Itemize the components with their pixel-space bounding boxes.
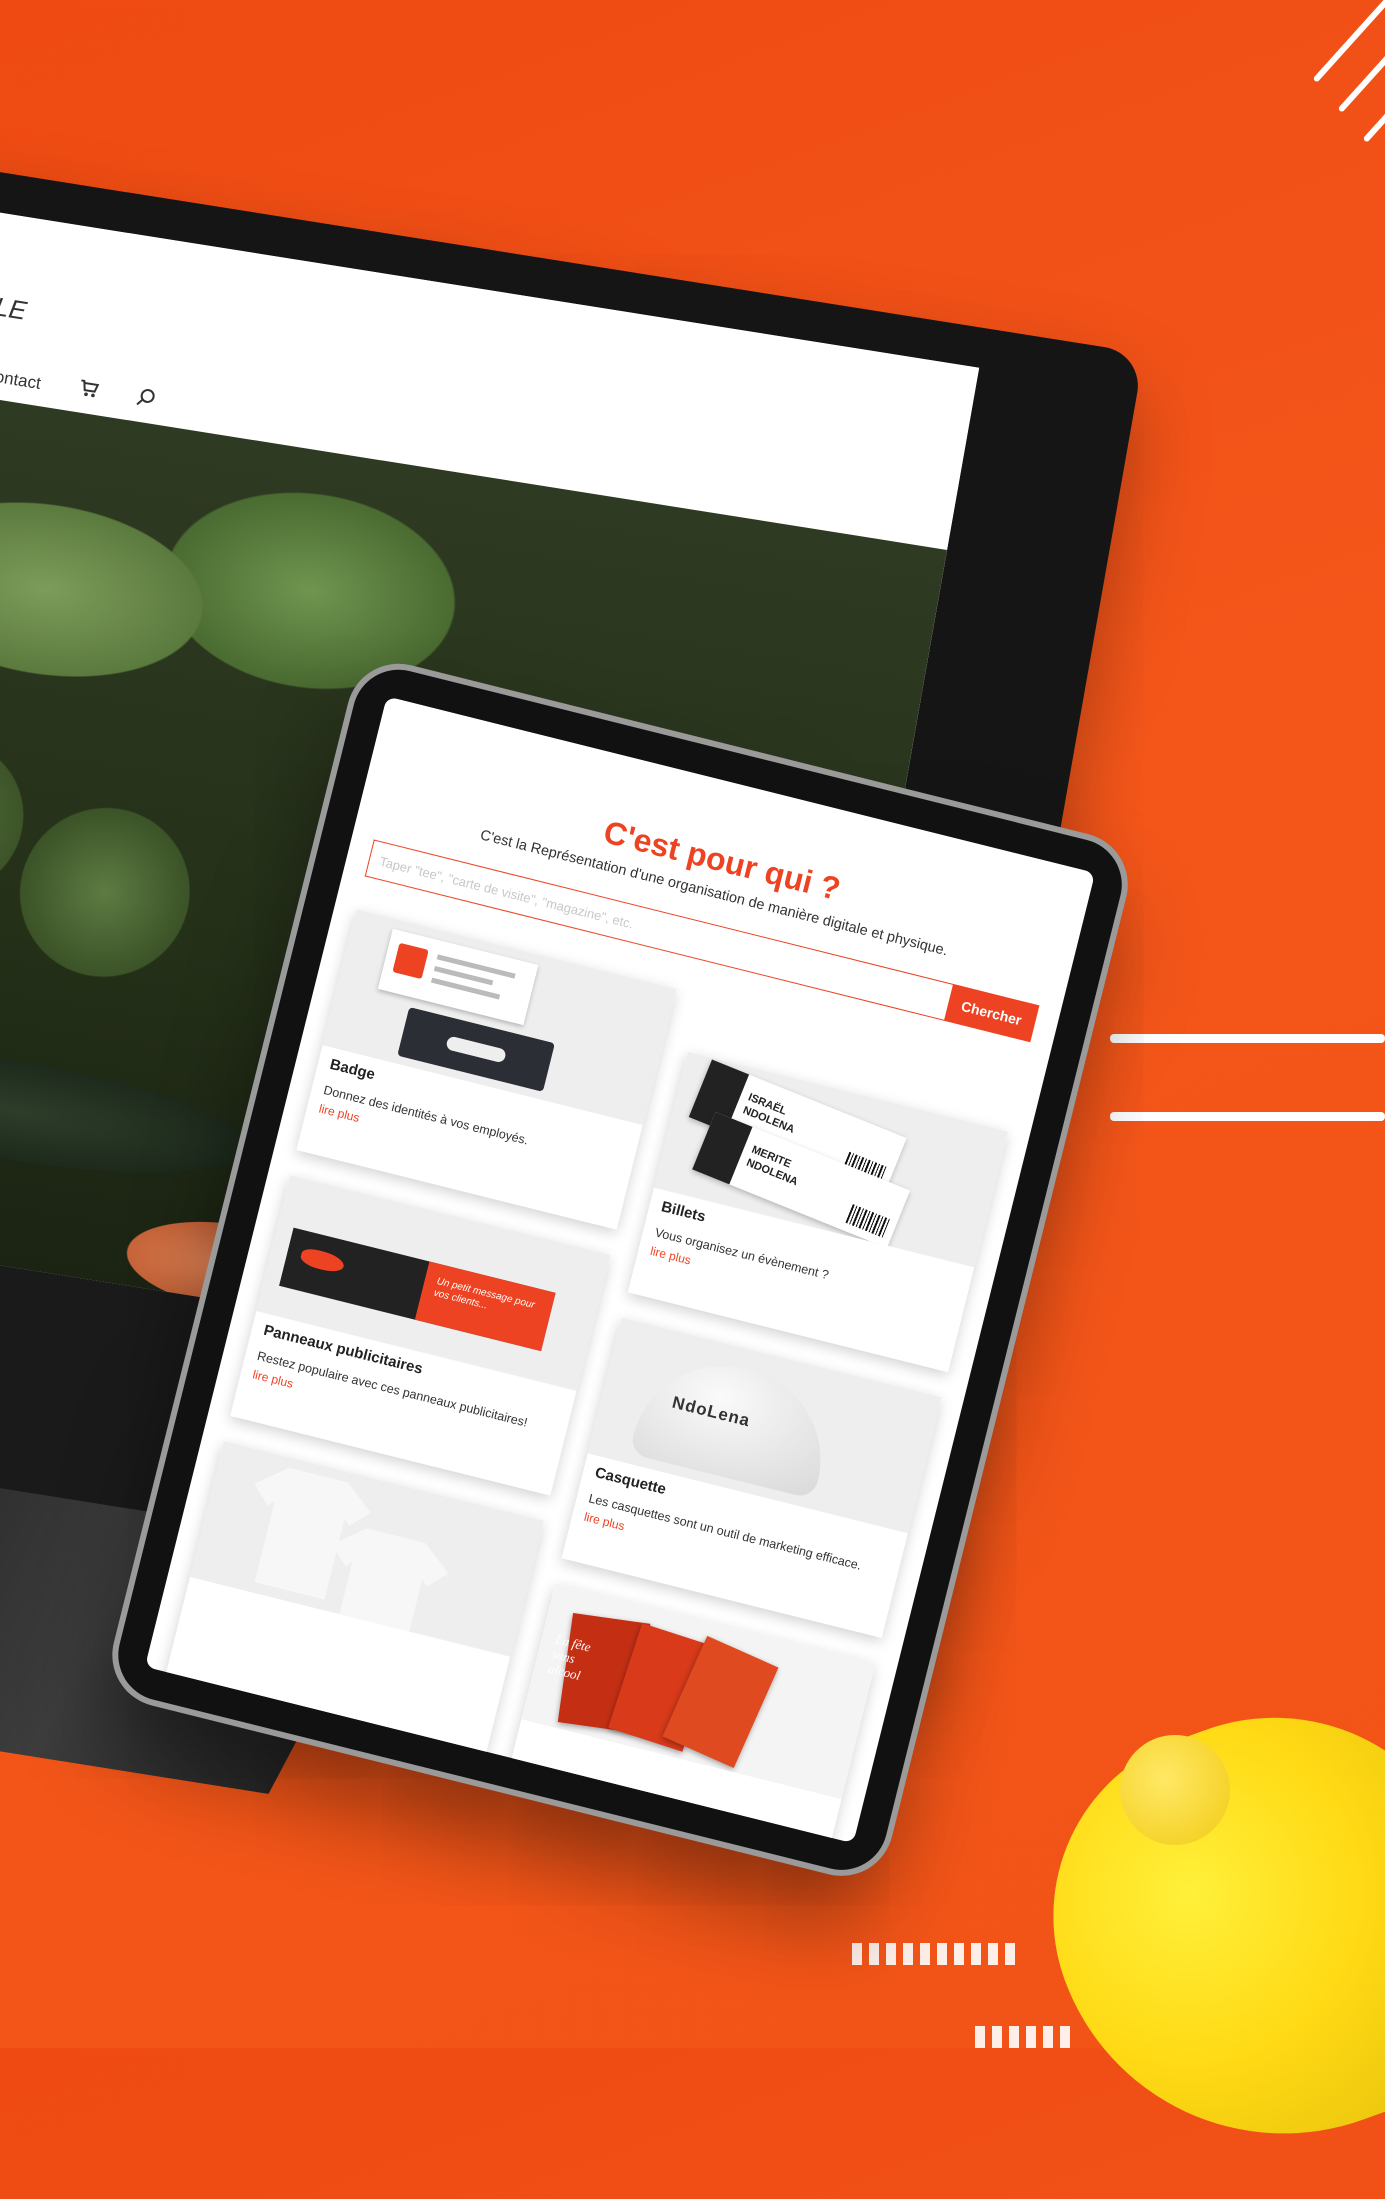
search-icon[interactable] <box>133 386 157 414</box>
search-button[interactable]: Chercher <box>943 983 1040 1043</box>
panther-icon <box>298 1246 346 1275</box>
product-card-badge[interactable]: Badge Donnez des identités à vos employé… <box>296 909 677 1230</box>
site-logo[interactable]: LE <box>0 291 29 327</box>
product-card-panneaux[interactable]: Un petit message pour vos clients... Pan… <box>230 1175 611 1496</box>
read-more-link[interactable]: lire plus <box>318 1101 362 1125</box>
decor-stripes <box>975 2026 1070 2048</box>
decor-line <box>1337 0 1385 113</box>
cart-icon[interactable] <box>76 378 100 404</box>
product-card-billets[interactable]: ISRAËL NDOLENA MERITE NDOLENA Billets Vo… <box>627 1051 1009 1373</box>
badge-card-art <box>377 928 539 1026</box>
nav-link-contact[interactable]: Contact <box>0 365 43 394</box>
yellow-shape-highlight <box>1120 1735 1230 1845</box>
product-card-casquette[interactable]: NdoLena Casquette Les casquettes sont un… <box>561 1317 942 1639</box>
read-more-link[interactable]: lire plus <box>583 1510 627 1534</box>
read-more-link[interactable]: lire plus <box>649 1244 693 1268</box>
decor-stripes <box>852 1943 1015 1965</box>
read-more-link[interactable]: lire plus <box>251 1367 295 1391</box>
decor-line <box>1110 1034 1385 1043</box>
decor-line <box>1110 1112 1385 1121</box>
